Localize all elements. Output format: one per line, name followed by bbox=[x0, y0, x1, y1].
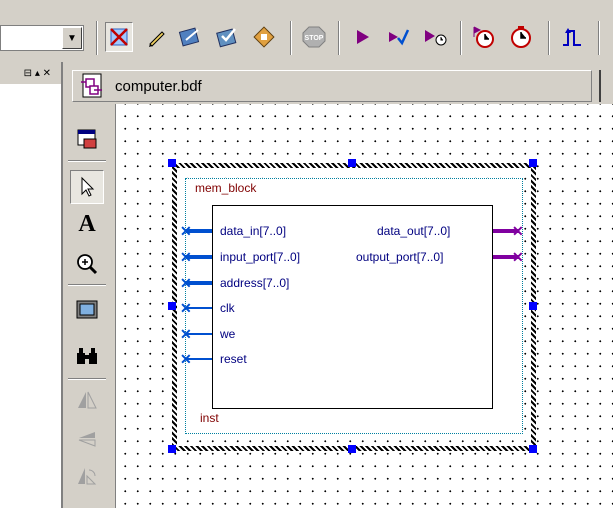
rotate-button[interactable] bbox=[70, 459, 104, 493]
pin-x-icon: ✕ bbox=[180, 249, 192, 265]
pin-label-out: output_port[7..0] bbox=[356, 250, 444, 264]
pin-label-in: we bbox=[220, 327, 236, 341]
project-navigator-panel bbox=[0, 62, 63, 508]
play-icon bbox=[357, 30, 369, 44]
document-title: computer.bdf bbox=[115, 78, 202, 95]
stop-button[interactable]: STOP bbox=[300, 22, 328, 52]
toolbar-separator bbox=[96, 21, 98, 55]
select-x-button[interactable] bbox=[105, 22, 133, 52]
pin-label-in: clk bbox=[220, 301, 235, 315]
chip-icon bbox=[253, 26, 275, 48]
waveform-icon bbox=[563, 28, 581, 46]
toolbar-separator bbox=[290, 21, 292, 55]
symbol-instance-name: inst bbox=[200, 411, 219, 425]
resize-handle[interactable] bbox=[529, 302, 537, 310]
toolbar-separator bbox=[460, 21, 462, 55]
pin-label-in: data_in[7..0] bbox=[220, 224, 287, 238]
zoom-icon bbox=[77, 254, 98, 275]
symbol-name: mem_block bbox=[195, 181, 257, 195]
pencil-icon bbox=[149, 31, 165, 47]
pin-x-icon: ✕ bbox=[180, 326, 192, 342]
text-tool-button[interactable]: A bbox=[70, 207, 104, 241]
resize-handle[interactable] bbox=[529, 445, 537, 453]
selection-tool-button[interactable] bbox=[70, 170, 104, 204]
pin-label-in: address[7..0] bbox=[220, 276, 290, 290]
resize-handle[interactable] bbox=[168, 159, 176, 167]
text-a-icon: A bbox=[78, 210, 96, 237]
pencil-button[interactable] bbox=[143, 22, 171, 52]
float-window-button[interactable] bbox=[70, 122, 104, 156]
stop-label: STOP bbox=[305, 35, 324, 42]
bdf-file-icon bbox=[80, 73, 104, 99]
toolbar-separator bbox=[548, 21, 550, 55]
float-window-icon bbox=[77, 129, 97, 149]
run-timing-icon bbox=[425, 30, 447, 46]
palette-separator bbox=[68, 160, 106, 162]
check-flow-icon bbox=[389, 29, 410, 46]
resize-handle[interactable] bbox=[168, 445, 176, 453]
palette-separator bbox=[68, 284, 106, 286]
timer-flag-icon bbox=[473, 26, 494, 48]
symbol-tool-button[interactable] bbox=[70, 293, 104, 327]
find-tool-button[interactable] bbox=[70, 339, 104, 373]
resize-handle[interactable] bbox=[529, 159, 537, 167]
play-button[interactable] bbox=[348, 22, 376, 52]
chip-button[interactable] bbox=[250, 22, 278, 52]
panel-controls-glyphs[interactable]: ⊟ ▴ ✕ bbox=[24, 68, 51, 79]
toolbar-separator bbox=[338, 21, 340, 55]
zoom-tool-button[interactable] bbox=[70, 247, 104, 281]
toolbar-combo-box[interactable]: ▼ bbox=[0, 25, 84, 51]
palette-separator bbox=[68, 378, 106, 380]
chevron-down-icon[interactable]: ▼ bbox=[62, 27, 82, 49]
pin-label-in: reset bbox=[220, 352, 247, 366]
rotate-icon bbox=[78, 468, 97, 485]
compile-icon bbox=[178, 27, 200, 47]
resize-handle[interactable] bbox=[348, 445, 356, 453]
flip-horizontal-icon bbox=[78, 391, 97, 409]
pin-x-icon: ✕ bbox=[180, 300, 192, 316]
timer-icon bbox=[511, 26, 531, 48]
timer-button[interactable] bbox=[507, 22, 535, 52]
panel-controls[interactable]: ⊟ ▴ ✕ bbox=[0, 62, 61, 84]
pin-x-icon: ✕ bbox=[512, 223, 524, 239]
pin-x-icon: ✕ bbox=[512, 249, 524, 265]
pin-label-in: input_port[7..0] bbox=[220, 250, 301, 264]
check-button[interactable] bbox=[213, 22, 241, 52]
check-flow-button[interactable] bbox=[384, 22, 412, 52]
pin-label-out: data_out[7..0] bbox=[377, 224, 451, 238]
pin-x-icon: ✕ bbox=[180, 223, 192, 239]
timer-flag-button[interactable] bbox=[469, 22, 497, 52]
arrow-pointer-icon bbox=[81, 176, 95, 197]
pin-x-icon: ✕ bbox=[180, 351, 192, 367]
flip-vertical-button[interactable] bbox=[70, 421, 104, 455]
pin-x-icon: ✕ bbox=[180, 275, 192, 291]
symbol-icon bbox=[76, 300, 98, 319]
next-tab-edge[interactable] bbox=[599, 70, 613, 102]
select-x-icon bbox=[110, 28, 128, 46]
toolbar-separator bbox=[598, 21, 600, 55]
flip-vertical-icon bbox=[78, 432, 96, 447]
stop-icon: STOP bbox=[302, 26, 326, 48]
resize-handle[interactable] bbox=[348, 159, 356, 167]
run-timing-button[interactable] bbox=[421, 22, 449, 52]
binoculars-icon bbox=[77, 348, 97, 364]
compile-button[interactable] bbox=[176, 22, 204, 52]
check-icon bbox=[216, 28, 237, 48]
flip-horizontal-button[interactable] bbox=[70, 383, 104, 417]
waveform-button[interactable] bbox=[558, 22, 586, 52]
resize-handle[interactable] bbox=[168, 302, 176, 310]
